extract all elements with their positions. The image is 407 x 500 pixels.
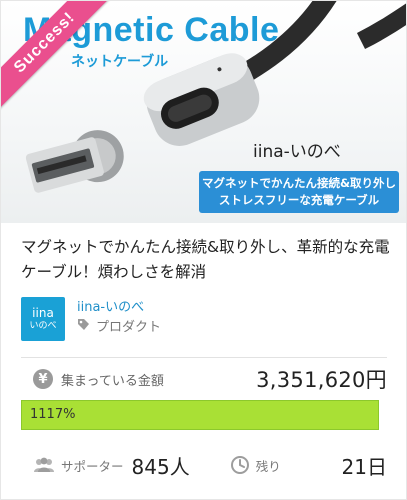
amount-value: 3,351,620円 [256, 368, 387, 392]
hero-brand-mark: iina-いのべ [253, 142, 341, 162]
supporters-value: 845人 [131, 454, 190, 479]
hero-subtitle: ネットケーブル [71, 54, 169, 70]
supporters-icon [33, 457, 55, 473]
progress-bar: 1117% [21, 400, 379, 430]
supporters-label: サポーター [61, 458, 124, 474]
hero-callout-line1: マグネットでかんたん接続&取り外し [201, 176, 397, 190]
yen-icon: ¥ [33, 369, 53, 389]
hero-image[interactable]: Magnetic Cable ネットケーブル Success! iina-いのべ… [1, 1, 406, 223]
progress-percent: 1117% [30, 407, 76, 422]
clock-icon [230, 455, 250, 475]
hero-callout: マグネットでかんたん接続&取り外し ストレスフリーな充電ケーブル [199, 171, 399, 213]
hero-callout-line2: ストレスフリーな充電ケーブル [218, 193, 380, 207]
owner-logo[interactable]: iina いのべ [21, 297, 65, 341]
stats-row: サポーター 845人 残り 21日 [21, 448, 387, 482]
project-title[interactable]: マグネットでかんたん接続&取り外し、革新的な充電ケーブル！煩わしさを解消 [21, 235, 391, 285]
tag-icon [77, 317, 90, 339]
owner-logo-text2: いのべ [29, 321, 57, 331]
amount-label: 集まっている金額 [61, 373, 164, 389]
category-label[interactable]: プロダクト [77, 317, 161, 339]
funding-amount-row: ¥ 集まっている金額 3,351,620円 [21, 365, 387, 393]
owner-logo-text1: iina [32, 306, 54, 320]
remaining-value: 21日 [341, 454, 387, 479]
category-text: プロダクト [96, 320, 162, 335]
divider [21, 357, 387, 358]
project-card[interactable]: Magnetic Cable ネットケーブル Success! iina-いのべ… [0, 0, 407, 500]
owner-block: iina いのべ iina-いのべ プロダクト [21, 297, 161, 341]
remaining-label: 残り [255, 458, 281, 474]
owner-meta: iina-いのべ プロダクト [77, 299, 161, 339]
owner-name-link[interactable]: iina-いのべ [77, 299, 161, 317]
